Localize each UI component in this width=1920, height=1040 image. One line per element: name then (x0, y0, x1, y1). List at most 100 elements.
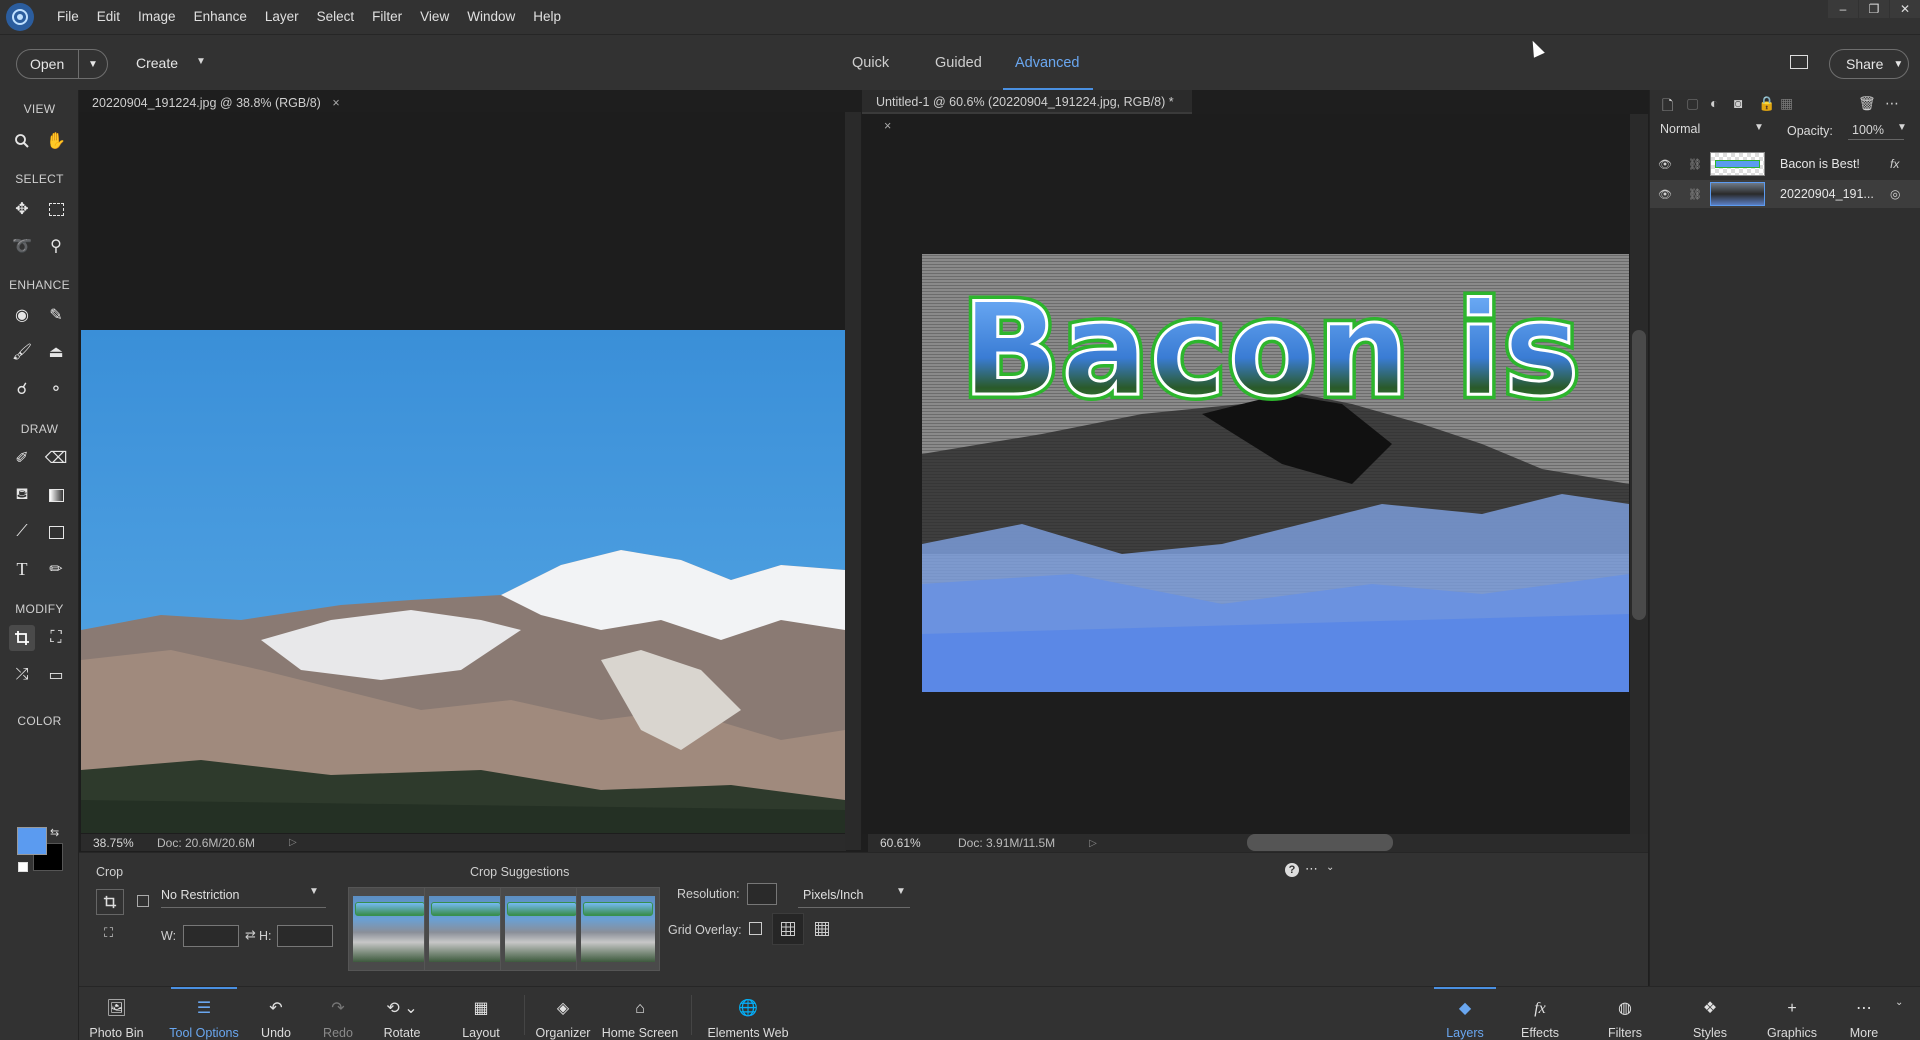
doc1-zoom-level[interactable]: 38.75% (81, 836, 139, 850)
organizer-button[interactable]: ◈ Organizer (531, 987, 595, 1040)
sponge-tool-icon[interactable]: ⚬ (43, 376, 69, 402)
default-colors-icon[interactable] (18, 862, 28, 872)
clone-stamp-tool-icon[interactable]: ⏏ (43, 339, 69, 365)
photo-bin-button[interactable]: 🖼 Photo Bin (79, 987, 154, 1040)
collapse-options-icon[interactable]: ⌄ (1326, 862, 1334, 873)
doc1-tab[interactable]: 20220904_191224.jpg @ 38.8% (RGB/8) × (92, 96, 340, 110)
filters-button[interactable]: ◍ Filters (1594, 987, 1656, 1040)
cookie-cutter-icon[interactable]: ⛶ (104, 925, 113, 941)
quick-selection-tool-icon[interactable]: ⚲ (43, 233, 69, 259)
aspect-ratio-dropdown-icon[interactable]: ▼ (309, 886, 319, 897)
close-button[interactable]: ✕ (1890, 0, 1920, 18)
layer-style-icon[interactable]: ◎ (1890, 187, 1900, 201)
styles-button[interactable]: ❖ Styles (1679, 987, 1741, 1040)
content-aware-move-tool-icon[interactable]: ⤮ (9, 662, 35, 688)
mail-icon[interactable] (1790, 55, 1808, 69)
doc2-status-arrow-icon[interactable]: ▷ (1089, 838, 1097, 849)
tool-options-button[interactable]: ☰ Tool Options (164, 987, 244, 1040)
layer-name[interactable]: Bacon is Best! (1780, 157, 1860, 171)
gradient-tool-icon[interactable] (43, 482, 69, 508)
adjustment-layer-icon[interactable]: ◐ (1710, 95, 1718, 111)
shape-tool-icon[interactable] (43, 519, 69, 545)
redo-button[interactable]: ↷ Redo (313, 987, 363, 1040)
crop-tool-icon[interactable] (9, 625, 35, 651)
marquee-tool-icon[interactable] (43, 196, 69, 222)
link-icon[interactable]: ⛓ (1688, 188, 1702, 201)
new-layer-icon[interactable]: 🗋 (1662, 95, 1673, 119)
doc1-mountain-photo[interactable] (81, 330, 845, 833)
menu-layer[interactable]: Layer (256, 0, 308, 34)
resolution-unit-select[interactable]: Pixels/Inch (798, 884, 910, 908)
undo-button[interactable]: ↶ Undo (251, 987, 301, 1040)
minimize-button[interactable]: – (1828, 0, 1858, 18)
doc2-zoom-level[interactable]: 60.61% (868, 836, 926, 850)
graphics-button[interactable]: + Graphics (1757, 987, 1827, 1040)
smart-brush-tool-icon[interactable]: 🖌 (9, 339, 35, 365)
crop-suggestion-thumb[interactable] (576, 887, 660, 971)
more-button[interactable]: ⋯ More (1839, 987, 1889, 1040)
open-button[interactable]: Open ▼ (16, 49, 108, 79)
doc1-close-icon[interactable]: × (332, 96, 339, 110)
crop-suggestion-thumb[interactable] (424, 887, 508, 971)
crop-mode-icon[interactable] (96, 889, 124, 915)
blur-tool-icon[interactable]: ☌ (9, 376, 35, 402)
tab-guided[interactable]: Guided (935, 55, 982, 71)
recompose-tool-icon[interactable]: ⛶ (43, 625, 69, 651)
paint-bucket-tool-icon[interactable]: ⛾ (9, 482, 35, 508)
effects-button[interactable]: fx Effects (1509, 987, 1571, 1040)
doc2-vertical-scroll-thumb[interactable] (1632, 330, 1646, 620)
width-input[interactable] (183, 925, 239, 947)
doc1-status-arrow-icon[interactable]: ▷ (289, 837, 297, 848)
layer-fx-icon[interactable]: fx (1890, 157, 1899, 171)
menu-help[interactable]: Help (524, 0, 570, 34)
grid-overlay-grid-icon[interactable] (815, 922, 829, 939)
help-icon[interactable]: ? (1285, 863, 1299, 877)
foreground-color-swatch[interactable] (17, 827, 47, 855)
crop-suggestion-thumb[interactable] (500, 887, 584, 971)
share-button[interactable]: Share ▼ (1829, 49, 1909, 79)
doc2-composite-image[interactable]: Bacon is Bacon is (922, 254, 1629, 692)
menu-file[interactable]: File (48, 0, 88, 34)
taskbar-expand-icon[interactable]: ⌄ (1895, 997, 1903, 1008)
home-screen-button[interactable]: ⌂ Home Screen (599, 987, 681, 1040)
lock-icon[interactable]: 🔒 (1758, 95, 1775, 112)
menu-select[interactable]: Select (308, 0, 364, 34)
perspective-crop-icon[interactable] (137, 895, 149, 907)
red-eye-tool-icon[interactable]: ◉ (9, 302, 35, 328)
menu-view[interactable]: View (411, 0, 458, 34)
layer-row[interactable]: 👁 ⛓ Bacon is Best! fx (1650, 150, 1920, 178)
tab-advanced[interactable]: Advanced (1015, 55, 1080, 71)
tab-quick[interactable]: Quick (852, 55, 889, 71)
opacity-dropdown-icon[interactable]: ▼ (1897, 122, 1907, 133)
menu-image[interactable]: Image (129, 0, 185, 34)
menu-edit[interactable]: Edit (88, 0, 129, 34)
visibility-eye-icon[interactable]: 👁 (1658, 188, 1672, 201)
layer-mask-icon[interactable]: ◙ (1734, 95, 1742, 111)
link-icon[interactable]: ⛓ (1688, 158, 1702, 171)
type-tool-icon[interactable]: T (9, 556, 35, 582)
doc1-vertical-scrollbar[interactable] (845, 112, 861, 850)
zoom-tool-icon[interactable] (9, 128, 35, 154)
opacity-input[interactable]: 100% (1848, 120, 1904, 140)
height-input[interactable] (277, 925, 333, 947)
visibility-eye-icon[interactable]: 👁 (1658, 158, 1672, 171)
move-tool-icon[interactable]: ✥ (9, 196, 35, 222)
blend-mode-select[interactable]: Normal (1660, 122, 1768, 136)
create-button[interactable]: Create (136, 55, 178, 71)
grid-overlay-none-icon[interactable] (749, 922, 762, 935)
menu-filter[interactable]: Filter (363, 0, 411, 34)
straighten-tool-icon[interactable]: ▭ (43, 662, 69, 688)
grid-overlay-thirds-icon[interactable] (772, 913, 804, 945)
pencil-tool-icon[interactable]: ✏ (43, 556, 69, 582)
resolution-input[interactable] (747, 883, 777, 905)
delete-layer-icon[interactable]: 🗑 (1858, 95, 1876, 112)
spot-healing-tool-icon[interactable]: ✎ (43, 302, 69, 328)
create-dropdown-icon[interactable]: ▼ (196, 56, 206, 67)
layer-row[interactable]: 👁 ⛓ 20220904_191... ◎ (1650, 180, 1920, 208)
hand-tool-icon[interactable]: ✋ (43, 128, 69, 154)
restore-button[interactable]: ❐ (1859, 0, 1889, 18)
blend-mode-dropdown-icon[interactable]: ▼ (1754, 122, 1764, 133)
menu-window[interactable]: Window (458, 0, 524, 34)
crop-suggestion-thumb[interactable] (348, 887, 432, 971)
aspect-ratio-select[interactable]: No Restriction (161, 884, 326, 908)
